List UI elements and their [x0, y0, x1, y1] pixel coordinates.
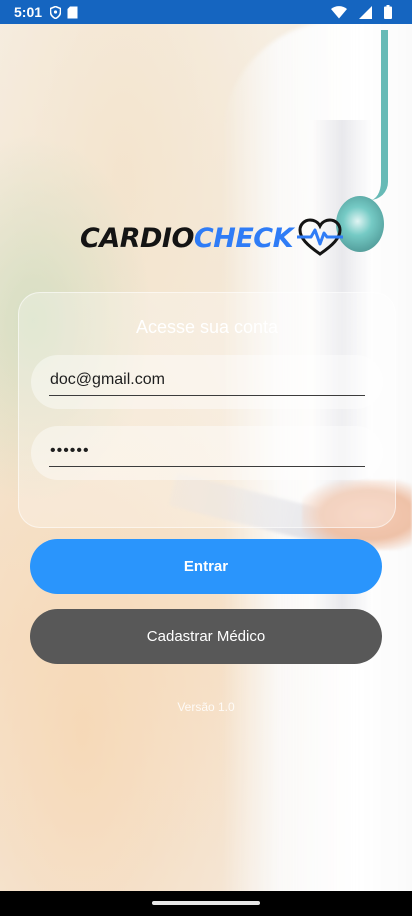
app-logo: CARDIO CHECK	[80, 210, 390, 266]
login-card: Acesse sua conta doc@gmail.com ••••••	[18, 292, 396, 528]
home-gesture-handle[interactable]	[152, 901, 260, 905]
status-time: 5:01	[14, 4, 43, 20]
heart-pulse-icon	[297, 218, 344, 258]
password-field[interactable]: ••••••	[31, 426, 383, 480]
shield-icon	[50, 5, 62, 19]
password-value: ••••••	[50, 442, 90, 459]
email-field[interactable]: doc@gmail.com	[31, 355, 383, 409]
logo-text-check: CHECK	[193, 222, 294, 254]
email-underline	[49, 395, 365, 396]
status-bar: 5:01	[0, 0, 412, 24]
navigation-bar	[0, 891, 412, 916]
logo-text-cardio: CARDIO	[80, 222, 194, 254]
register-doctor-button[interactable]: Cadastrar Médico	[30, 609, 382, 664]
password-underline	[49, 466, 365, 467]
email-value: doc@gmail.com	[50, 371, 165, 388]
battery-icon	[384, 5, 392, 19]
sd-card-icon	[67, 6, 78, 19]
signal-icon	[359, 5, 372, 19]
wifi-icon	[331, 5, 347, 19]
login-button[interactable]: Entrar	[30, 539, 382, 594]
login-title: Acesse sua conta	[135, 317, 279, 337]
version-label: Versão 1.0	[177, 700, 235, 714]
